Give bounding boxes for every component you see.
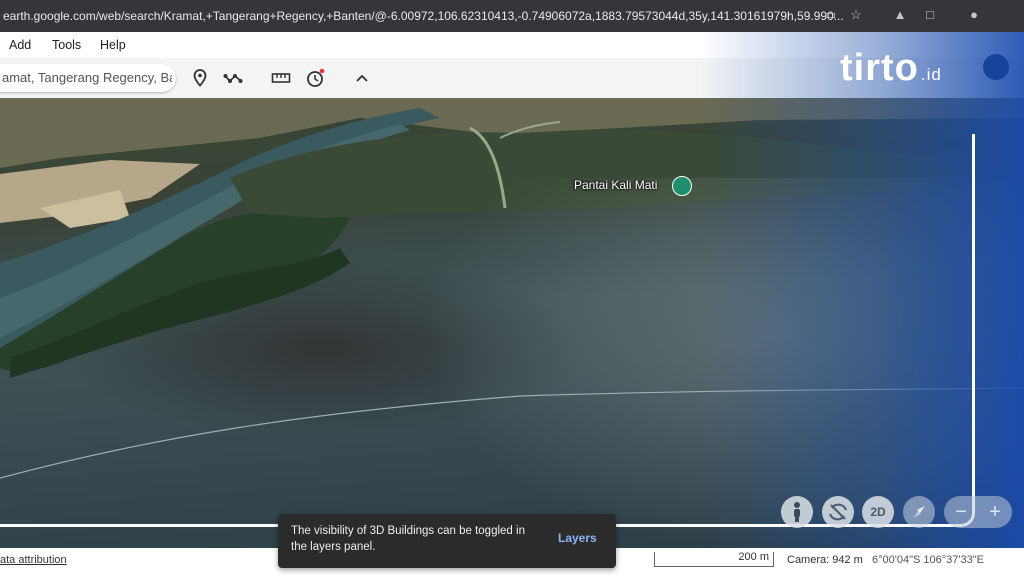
brand-logo: tirto .id [840, 47, 942, 90]
browser-address-bar: earth.google.com/web/search/Kramat,+Tang… [0, 0, 1024, 32]
poi-label[interactable]: Pantai Kali Mati [574, 178, 657, 192]
tilt-icon [829, 503, 847, 521]
view-2d-button[interactable]: 2D [862, 496, 894, 528]
address-url[interactable]: earth.google.com/web/search/Kramat,+Tang… [3, 9, 844, 23]
menu-tools[interactable]: Tools [52, 38, 81, 52]
coordinates-readout: 6°00'04"S 106°37'33"E [872, 554, 984, 566]
toast-message: The visibility of 3D Buildings can be to… [291, 525, 525, 553]
data-attribution-link[interactable]: ata attribution [0, 554, 67, 566]
search-input[interactable] [0, 69, 174, 86]
zoom-controls: − + [944, 496, 1012, 528]
history-icon[interactable] [305, 68, 325, 88]
notification-toast: The visibility of 3D Buildings can be to… [278, 514, 616, 568]
collapse-icon[interactable] [352, 68, 372, 88]
scale-label: 200 m [738, 551, 769, 563]
compass-button[interactable] [903, 496, 935, 528]
menu-help[interactable]: Help [100, 38, 126, 52]
earth-map-view[interactable]: Pantai Kali Mati [0, 98, 1024, 548]
drive-icon[interactable]: ▲ [892, 7, 908, 23]
camera-altitude: Camera: 942 m [787, 554, 863, 566]
extension-icon[interactable]: □ [922, 7, 938, 23]
pegman-icon [794, 502, 800, 522]
brand-logo-dot [983, 54, 1009, 80]
profile-icon[interactable]: ● [966, 7, 982, 23]
ruler-icon[interactable] [271, 68, 291, 88]
haze-overlay [420, 178, 1020, 548]
scale-bar: 200 m [654, 551, 774, 567]
layers-button[interactable]: Layers [558, 531, 597, 545]
placemark-icon[interactable] [190, 68, 210, 88]
path-icon[interactable] [223, 68, 243, 88]
zoom-in-icon[interactable]: + [978, 496, 1012, 528]
zoom-out-icon[interactable]: − [944, 496, 978, 528]
brand-name: tirto [840, 47, 919, 89]
star-icon[interactable]: ☆ [848, 7, 864, 23]
brand-suffix: .id [920, 65, 942, 84]
cast-icon[interactable]: ▭ [822, 7, 838, 23]
pegman-button[interactable] [781, 496, 813, 528]
search-box[interactable] [0, 64, 176, 92]
compass-icon [913, 506, 925, 518]
poi-marker-icon[interactable] [672, 176, 692, 196]
tilt-button[interactable] [822, 496, 854, 528]
menu-add[interactable]: Add [9, 38, 31, 52]
